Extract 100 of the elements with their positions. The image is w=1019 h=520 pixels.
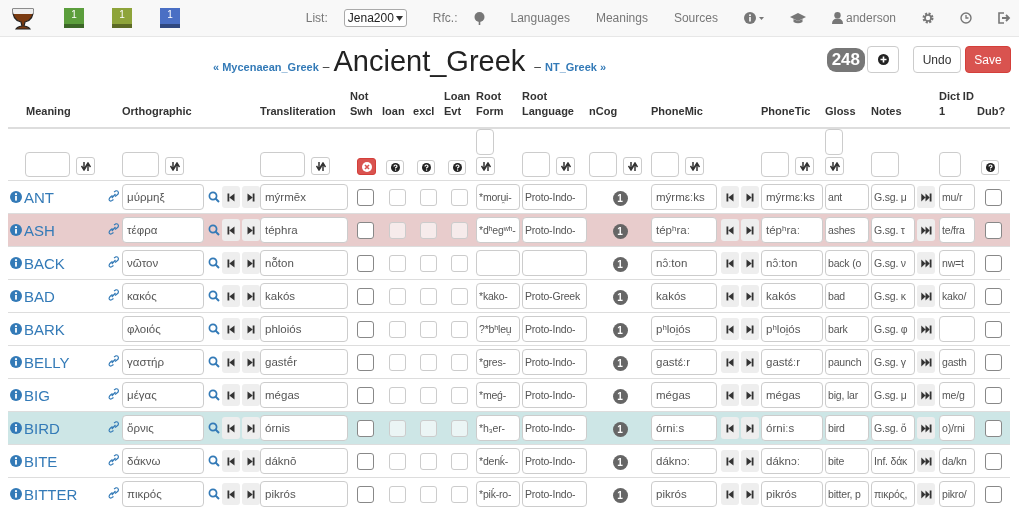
checkbox[interactable] bbox=[357, 485, 374, 503]
checkbox[interactable] bbox=[451, 452, 468, 470]
phonetic-field[interactable]: mégas bbox=[761, 382, 824, 408]
help-button[interactable] bbox=[981, 160, 1000, 175]
transliteration-field[interactable]: kakós bbox=[260, 283, 348, 309]
checkbox[interactable] bbox=[451, 353, 468, 371]
phonemic-field[interactable]: órniːs bbox=[651, 415, 717, 441]
checkbox[interactable] bbox=[985, 353, 1003, 371]
gloss-field[interactable]: back (o bbox=[825, 250, 870, 276]
previous-button[interactable] bbox=[721, 252, 739, 274]
search-icon[interactable] bbox=[208, 356, 220, 368]
checkbox[interactable] bbox=[357, 221, 374, 239]
filter-field[interactable] bbox=[522, 152, 550, 177]
previous-button[interactable] bbox=[721, 351, 739, 373]
previous-button[interactable] bbox=[721, 450, 739, 472]
fast-forward-button[interactable] bbox=[917, 252, 936, 274]
sort-button[interactable] bbox=[623, 157, 642, 175]
phonetic-field[interactable]: nɔ̂ːton bbox=[761, 250, 824, 276]
gloss-field[interactable]: ashes bbox=[825, 217, 870, 243]
gloss-field[interactable]: ant bbox=[825, 184, 870, 210]
root-form-field[interactable]: *h₃er- bbox=[476, 415, 520, 441]
root-language-field[interactable]: Proto-Indo- bbox=[522, 349, 587, 375]
checkbox[interactable] bbox=[389, 452, 406, 470]
previous-button[interactable] bbox=[721, 384, 739, 406]
phonemic-field[interactable]: mégas bbox=[651, 382, 717, 408]
next-button[interactable] bbox=[242, 450, 260, 472]
sort-button[interactable] bbox=[165, 157, 184, 175]
search-icon[interactable] bbox=[208, 389, 220, 401]
link-icon[interactable] bbox=[108, 256, 119, 268]
phonemic-field[interactable]: pikrós bbox=[651, 481, 717, 507]
checkbox[interactable] bbox=[389, 353, 406, 371]
checkbox[interactable] bbox=[985, 287, 1003, 305]
fast-forward-button[interactable] bbox=[917, 186, 936, 208]
meaning-link[interactable]: BARK bbox=[10, 320, 108, 338]
phonemic-field[interactable]: gastɛ́ːr bbox=[651, 349, 717, 375]
notes-field[interactable]: G.sg. τ bbox=[871, 217, 916, 243]
orthographic-field[interactable]: μύρμηξ bbox=[122, 184, 204, 210]
transliteration-field[interactable]: dáknō bbox=[260, 448, 348, 474]
sort-button[interactable] bbox=[685, 157, 704, 175]
fast-forward-button[interactable] bbox=[917, 483, 936, 505]
help-button[interactable] bbox=[417, 160, 435, 175]
link-icon[interactable] bbox=[108, 289, 119, 301]
dictionary-id-field[interactable]: te/fra bbox=[939, 217, 976, 243]
dictionary-id-field[interactable]: da/kn bbox=[939, 448, 976, 474]
filter-field[interactable] bbox=[761, 152, 790, 177]
previous-button[interactable] bbox=[721, 483, 739, 505]
glass-icon[interactable] bbox=[10, 5, 36, 31]
next-button[interactable] bbox=[741, 285, 759, 307]
checkbox[interactable] bbox=[357, 287, 374, 305]
checkbox[interactable] bbox=[357, 419, 374, 437]
gloss-field[interactable]: bad bbox=[825, 283, 870, 309]
notes-field[interactable]: Inf. δάκ bbox=[871, 448, 916, 474]
previous-button[interactable] bbox=[721, 285, 739, 307]
checkbox[interactable] bbox=[420, 452, 437, 470]
fast-forward-button[interactable] bbox=[917, 384, 936, 406]
previous-button[interactable] bbox=[222, 252, 240, 274]
checkbox[interactable] bbox=[985, 320, 1003, 338]
next-button[interactable] bbox=[242, 318, 260, 340]
checkbox[interactable] bbox=[389, 188, 406, 206]
root-language-field[interactable]: Proto-Indo- bbox=[522, 481, 587, 507]
root-language-field[interactable]: Proto-Indo- bbox=[522, 382, 587, 408]
checkbox[interactable] bbox=[420, 386, 437, 404]
checkbox[interactable] bbox=[420, 485, 437, 503]
next-button[interactable] bbox=[741, 219, 759, 241]
checkbox[interactable] bbox=[451, 485, 468, 503]
notes-field[interactable]: G.sg. ὄ bbox=[871, 415, 916, 441]
help-button[interactable] bbox=[448, 160, 466, 175]
transliteration-field[interactable]: mýrmēx bbox=[260, 184, 348, 210]
meaning-link[interactable]: BIRD bbox=[10, 419, 108, 437]
notes-field[interactable]: G.sg. κ bbox=[871, 283, 916, 309]
checkbox[interactable] bbox=[985, 188, 1003, 206]
meaning-link[interactable]: BELLY bbox=[10, 353, 108, 371]
nav-link[interactable]: Sources bbox=[673, 11, 718, 25]
checkbox[interactable] bbox=[389, 221, 406, 239]
checkbox[interactable] bbox=[420, 419, 437, 437]
link-icon[interactable] bbox=[108, 388, 119, 400]
root-language-field[interactable]: Proto-Indo- bbox=[522, 316, 587, 342]
link-icon[interactable] bbox=[108, 487, 119, 499]
search-icon[interactable] bbox=[208, 455, 220, 467]
orthographic-field[interactable]: τέφρα bbox=[122, 217, 204, 243]
checkbox[interactable] bbox=[389, 419, 406, 437]
previous-button[interactable] bbox=[721, 417, 739, 439]
next-button[interactable] bbox=[242, 384, 260, 406]
gloss-field[interactable]: bird bbox=[825, 415, 870, 441]
link-icon[interactable] bbox=[108, 355, 119, 367]
notes-field[interactable]: G.sg. μ bbox=[871, 382, 916, 408]
previous-button[interactable] bbox=[222, 285, 240, 307]
checkbox[interactable] bbox=[985, 221, 1003, 239]
user-link[interactable]: anderson bbox=[831, 11, 896, 25]
notes-field[interactable]: G.sg. γ bbox=[871, 349, 916, 375]
checkbox[interactable] bbox=[357, 353, 374, 371]
transliteration-field[interactable]: pikrós bbox=[260, 481, 348, 507]
root-form-field[interactable]: *kako- bbox=[476, 283, 520, 309]
checkbox[interactable] bbox=[389, 287, 406, 305]
search-icon[interactable] bbox=[208, 257, 220, 269]
meaning-link[interactable]: BACK bbox=[10, 254, 108, 272]
checkbox[interactable] bbox=[985, 386, 1003, 404]
filter-field[interactable] bbox=[260, 152, 305, 177]
fast-forward-button[interactable] bbox=[917, 450, 936, 472]
root-form-field[interactable]: *denḱ- bbox=[476, 448, 520, 474]
